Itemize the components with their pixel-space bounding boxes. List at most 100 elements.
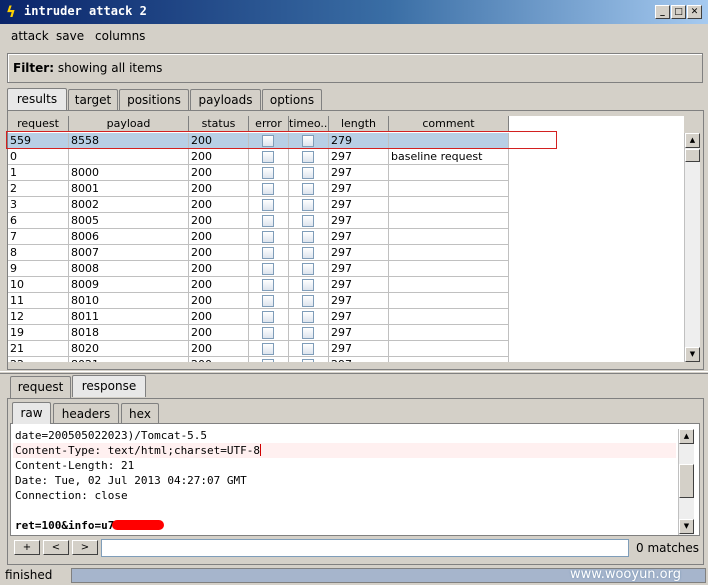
timeout-checkbox (302, 167, 314, 179)
table-row[interactable]: 9 8008 200 297 (8, 261, 509, 277)
error-checkbox (262, 327, 274, 339)
cell-timeout (289, 165, 329, 181)
cell-payload: 8008 (69, 261, 189, 277)
table-row[interactable]: 12 8011 200 297 (8, 309, 509, 325)
response-body-text: ret=100&info=u7 (15, 519, 115, 532)
col-length[interactable]: length (329, 116, 389, 132)
scroll-thumb[interactable] (685, 149, 700, 162)
col-payload[interactable]: payload (69, 116, 189, 132)
close-button[interactable]: ✕ (687, 5, 702, 19)
tab-response[interactable]: response (72, 375, 146, 397)
scroll-up-button[interactable]: ▲ (679, 429, 694, 444)
timeout-checkbox (302, 279, 314, 291)
error-checkbox (262, 215, 274, 227)
col-status[interactable]: status (189, 116, 249, 132)
tab-request[interactable]: request (10, 376, 71, 398)
cell-error (249, 261, 289, 277)
table-row[interactable]: 6 8005 200 297 (8, 213, 509, 229)
error-checkbox (262, 279, 274, 291)
timeout-checkbox (302, 343, 314, 355)
search-input[interactable] (101, 539, 629, 557)
response-line-empty (13, 503, 676, 518)
error-checkbox (262, 151, 274, 163)
col-comment[interactable]: comment (389, 116, 509, 132)
cell-comment (389, 277, 509, 293)
search-add-button[interactable]: + (14, 540, 40, 555)
cell-comment (389, 325, 509, 341)
cell-request: 0 (8, 149, 69, 165)
cell-status: 200 (189, 261, 249, 277)
minimize-button[interactable]: _ (655, 5, 670, 19)
error-checkbox (262, 231, 274, 243)
cell-error (249, 309, 289, 325)
tab-hex[interactable]: hex (121, 403, 159, 425)
error-checkbox (262, 359, 274, 362)
table-row[interactable]: 3 8002 200 297 (8, 197, 509, 213)
col-error[interactable]: error (249, 116, 289, 132)
cell-comment (389, 197, 509, 213)
cell-length: 297 (329, 181, 389, 197)
error-checkbox (262, 167, 274, 179)
cell-status: 200 (189, 341, 249, 357)
table-row[interactable]: 21 8020 200 297 (8, 341, 509, 357)
table-scrollbar[interactable]: ▲ ▼ (684, 133, 700, 362)
menu-attack[interactable]: attack (11, 29, 49, 43)
table-row[interactable]: 10 8009 200 297 (8, 277, 509, 293)
table-header: request payload status error timeo... le… (8, 116, 509, 132)
table-row[interactable]: 11 8010 200 297 (8, 293, 509, 309)
search-next-button[interactable]: > (72, 540, 98, 555)
cell-request: 8 (8, 245, 69, 261)
table-row[interactable]: 1 8000 200 297 (8, 165, 509, 181)
results-table[interactable]: request payload status error timeo... le… (8, 116, 684, 362)
table-row[interactable]: 0 200 297 baseline request (8, 149, 509, 165)
table-row[interactable]: 2 8001 200 297 (8, 181, 509, 197)
error-checkbox (262, 247, 274, 259)
table-row[interactable]: 19 8018 200 297 (8, 325, 509, 341)
cell-status: 200 (189, 181, 249, 197)
cell-timeout (289, 277, 329, 293)
redaction-mark (112, 520, 165, 530)
cell-status: 200 (189, 245, 249, 261)
timeout-checkbox (302, 295, 314, 307)
cell-comment: baseline request (389, 149, 509, 165)
title-bar: ϟ intruder attack 2 _ □ ✕ (0, 0, 708, 24)
cell-error (249, 325, 289, 341)
table-row[interactable]: 228021200 297 (8, 357, 509, 362)
maximize-button[interactable]: □ (671, 5, 686, 19)
cell-timeout (289, 245, 329, 261)
tab-headers[interactable]: headers (53, 403, 119, 425)
scroll-up-button[interactable]: ▲ (685, 133, 700, 148)
menu-columns[interactable]: columns (95, 29, 145, 43)
tab-results[interactable]: results (7, 88, 67, 110)
response-scrollbar[interactable]: ▲ ▼ (678, 429, 694, 535)
tab-target[interactable]: target (68, 89, 118, 111)
table-row[interactable]: 8 8007 200 297 (8, 245, 509, 261)
col-timeout[interactable]: timeo... (289, 116, 329, 132)
tab-payloads[interactable]: payloads (190, 89, 261, 111)
status-text: finished (5, 568, 53, 582)
table-row[interactable]: 7 8006 200 297 (8, 229, 509, 245)
search-prev-button[interactable]: < (43, 540, 69, 555)
cell-request: 10 (8, 277, 69, 293)
scroll-down-button[interactable]: ▼ (679, 519, 694, 534)
cell-payload: 8009 (69, 277, 189, 293)
timeout-checkbox (302, 199, 314, 211)
col-request[interactable]: request (8, 116, 69, 132)
split-divider[interactable] (0, 371, 708, 374)
filter-bar[interactable]: Filter: showing all items (7, 53, 703, 83)
window-title: intruder attack 2 (24, 4, 147, 18)
response-line: Connection: close (15, 489, 128, 502)
cell-status: 200 (189, 197, 249, 213)
menu-save[interactable]: save (56, 29, 84, 43)
response-text[interactable]: date=200505022023)/Tomcat-5.5 Content-Ty… (13, 428, 676, 532)
timeout-checkbox (302, 215, 314, 227)
scroll-thumb[interactable] (679, 464, 694, 498)
tab-raw[interactable]: raw (12, 402, 51, 424)
tab-options[interactable]: options (262, 89, 322, 111)
cell-timeout (289, 197, 329, 213)
tab-positions[interactable]: positions (119, 89, 189, 111)
cell-length: 297 (329, 213, 389, 229)
cell-error (249, 277, 289, 293)
scroll-down-button[interactable]: ▼ (685, 347, 700, 362)
cell-timeout (289, 341, 329, 357)
